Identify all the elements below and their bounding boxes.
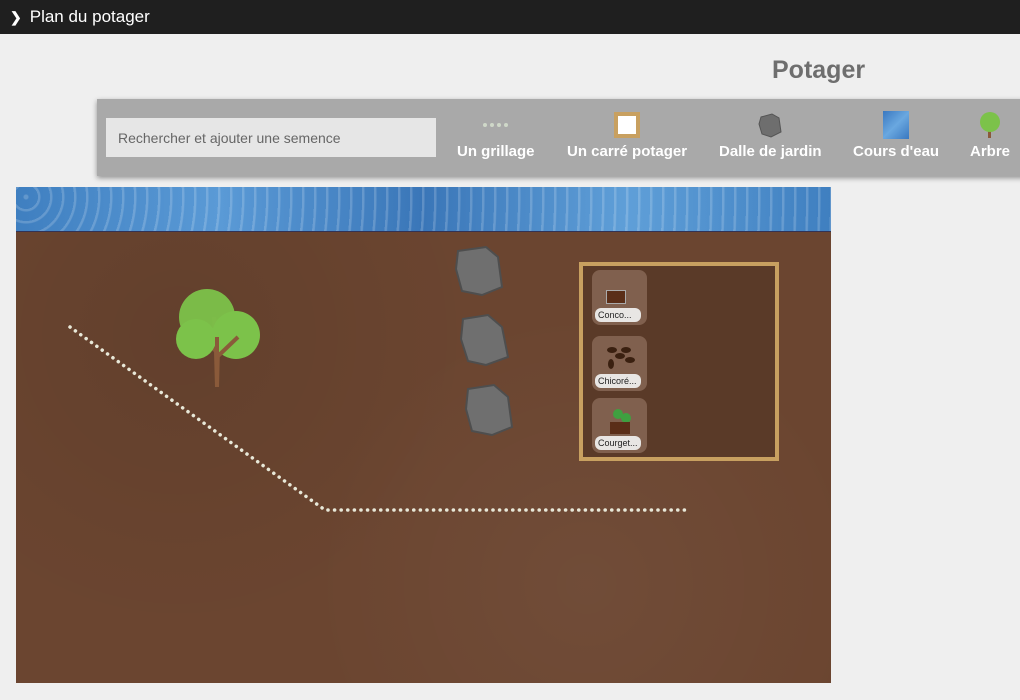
header-bar[interactable]: ❯ Plan du potager [0,0,1020,34]
tool-label: Arbre [970,143,1011,160]
plant-label: Chicoré... [595,374,641,388]
plant-card[interactable]: Conco... [592,270,647,325]
tree[interactable] [176,289,260,387]
plant-label: Courget... [595,436,641,450]
plant-label: Conco... [595,308,641,322]
tool-fence[interactable]: Un grillage [457,111,535,160]
seed-search-input[interactable] [106,118,436,157]
tool-label: Un grillage [457,143,535,160]
fence-icon [482,111,510,139]
cucumber-pot-icon [606,278,626,304]
garden-canvas[interactable]: Conco... Chicoré... Courget... [16,187,831,683]
plant-card[interactable]: Courget... [592,398,647,453]
stone-icon [757,111,783,139]
toolbar: Un grillage Un carré potager Dalle de ja… [97,99,1020,176]
tool-water[interactable]: Cours d'eau [853,111,939,160]
plant-card[interactable]: Chicoré... [592,336,647,391]
page-title: Potager [772,56,866,84]
tool-tree[interactable]: Arbre [970,111,1010,160]
chevron-right-icon[interactable]: ❯ [10,9,22,26]
tool-garden-bed[interactable]: Un carré potager [567,111,687,160]
tool-label: Un carré potager [567,143,688,160]
tool-label: Cours d'eau [853,143,940,160]
garden-stone[interactable] [459,313,510,367]
tree-icon [977,111,1003,139]
water-icon [883,111,910,139]
tool-stone[interactable]: Dalle de jardin [719,111,822,160]
header-title: Plan du potager [29,7,150,26]
garden-bed[interactable]: Conco... Chicoré... Courget... [579,262,779,461]
garden-stone[interactable] [464,383,514,437]
chicory-seeds-icon [606,344,636,377]
tool-label: Dalle de jardin [719,143,822,160]
garden-bed-icon [614,111,641,139]
garden-stone[interactable] [454,245,504,297]
